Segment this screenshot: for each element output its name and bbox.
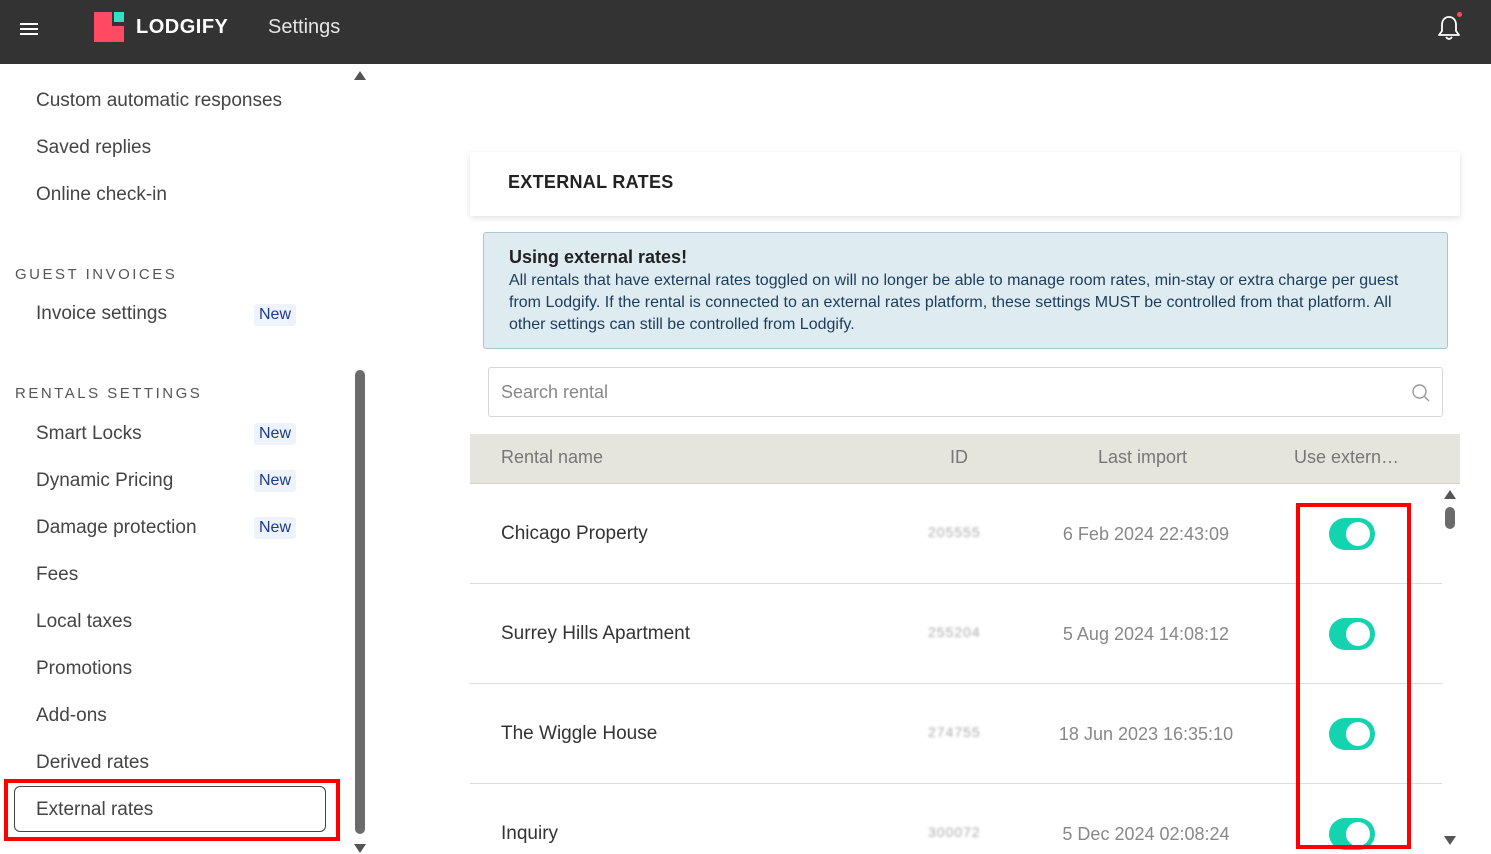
rental-name: Inquiry <box>501 823 559 844</box>
scroll-down-arrow-icon[interactable] <box>354 844 366 853</box>
sidebar-item-promotions[interactable]: Promotions <box>36 658 132 680</box>
section-title-rentals-settings: RENTALS SETTINGS <box>15 385 203 402</box>
use-external-rates-toggle[interactable] <box>1329 618 1375 650</box>
table-scroll-thumb[interactable] <box>1445 507 1455 529</box>
table-scroll-down-arrow-icon[interactable] <box>1444 836 1456 845</box>
table-row: Inquiry 300072 5 Dec 2024 02:08:24 <box>470 784 1442 854</box>
column-header-id[interactable]: ID <box>950 447 968 468</box>
rental-id: 300072 <box>928 824 981 840</box>
column-header-last-import[interactable]: Last import <box>1098 447 1187 468</box>
card-title: EXTERNAL RATES <box>508 172 674 192</box>
rental-name: The Wiggle House <box>501 723 658 744</box>
search-icon[interactable] <box>1411 383 1431 403</box>
rental-id: 205555 <box>928 524 981 540</box>
sidebar-item-saved-replies[interactable]: Saved replies <box>36 137 151 159</box>
main-content: EXTERNAL RATES Using external rates! All… <box>370 64 1491 854</box>
sidebar-item-dynamic-pricing[interactable]: Dynamic Pricing <box>36 470 173 492</box>
table-row: Chicago Property 205555 6 Feb 2024 22:43… <box>470 484 1442 584</box>
brand-name: LODGIFY <box>136 15 229 38</box>
toggle-knob <box>1346 822 1370 846</box>
toggle-knob <box>1346 622 1370 646</box>
last-import: 18 Jun 2023 16:35:10 <box>1058 724 1234 744</box>
column-header-use-external[interactable]: Use extern… <box>1294 447 1399 468</box>
info-alert-title: Using external rates! <box>509 247 688 267</box>
rental-id: 274755 <box>928 724 981 740</box>
lodgify-logo-icon <box>94 12 124 42</box>
info-alert: Using external rates! All rentals that h… <box>483 232 1448 349</box>
sidebar-cut-item: ▔▔▔▔▔▔▔▔▔▔ <box>36 64 166 66</box>
new-badge: New <box>254 304 297 326</box>
page-title: Settings <box>268 16 341 38</box>
notification-bell-icon[interactable] <box>1436 14 1462 42</box>
sidebar-item-external-rates[interactable]: External rates <box>14 786 326 832</box>
sidebar-item-damage-protection[interactable]: Damage protection <box>36 517 197 539</box>
rental-name: Surrey Hills Apartment <box>501 623 691 644</box>
new-badge: New <box>254 423 297 445</box>
sidebar-item-derived-rates[interactable]: Derived rates <box>36 752 149 774</box>
notification-dot <box>1457 12 1462 17</box>
scroll-up-arrow-icon[interactable] <box>354 71 366 80</box>
sidebar-item-smart-locks[interactable]: Smart Locks <box>36 423 142 445</box>
menu-icon[interactable] <box>20 20 40 40</box>
external-rates-card-header: EXTERNAL RATES <box>470 152 1460 216</box>
sidebar-item-custom-automatic-responses[interactable]: Custom automatic responses <box>36 90 282 112</box>
toggle-knob <box>1346 522 1370 546</box>
new-badge: New <box>254 470 297 492</box>
search-input[interactable] <box>501 378 1381 406</box>
use-external-rates-toggle[interactable] <box>1329 718 1375 750</box>
last-import: 5 Aug 2024 14:08:12 <box>1062 624 1230 644</box>
settings-sidebar: ▔▔▔▔▔▔▔▔▔▔ Custom automatic responses Sa… <box>0 64 370 854</box>
table-row: The Wiggle House 274755 18 Jun 2023 16:3… <box>470 684 1442 784</box>
search-box <box>488 367 1443 417</box>
column-header-rental-name[interactable]: Rental name <box>501 447 603 468</box>
info-alert-text: All rentals that have external rates tog… <box>509 272 1399 333</box>
sidebar-item-online-check-in[interactable]: Online check-in <box>36 184 167 206</box>
sidebar-item-local-taxes[interactable]: Local taxes <box>36 611 132 633</box>
table-scroll-up-arrow-icon[interactable] <box>1444 490 1456 499</box>
sidebar-item-fees[interactable]: Fees <box>36 564 78 586</box>
last-import: 6 Feb 2024 22:43:09 <box>1062 524 1230 544</box>
sidebar-item-add-ons[interactable]: Add-ons <box>36 705 107 727</box>
new-badge: New <box>254 517 297 539</box>
table-header: Rental name ID Last import Use extern… <box>470 434 1460 484</box>
sidebar-item-label: External rates <box>36 799 154 820</box>
top-bar: LODGIFY Settings <box>0 0 1491 64</box>
use-external-rates-toggle[interactable] <box>1329 518 1375 550</box>
rental-id: 255204 <box>928 624 981 640</box>
brand-logo[interactable]: LODGIFY <box>94 12 228 42</box>
section-title-guest-invoices: GUEST INVOICES <box>15 266 178 283</box>
toggle-knob <box>1346 722 1370 746</box>
last-import: 5 Dec 2024 02:08:24 <box>1062 824 1230 844</box>
use-external-rates-toggle[interactable] <box>1329 818 1375 850</box>
rentals-table: Chicago Property 205555 6 Feb 2024 22:43… <box>470 484 1442 854</box>
rental-name: Chicago Property <box>501 523 648 544</box>
table-row: Surrey Hills Apartment 255204 5 Aug 2024… <box>470 584 1442 684</box>
sidebar-item-invoice-settings[interactable]: Invoice settings <box>36 303 167 325</box>
sidebar-scroll-thumb[interactable] <box>355 370 365 834</box>
